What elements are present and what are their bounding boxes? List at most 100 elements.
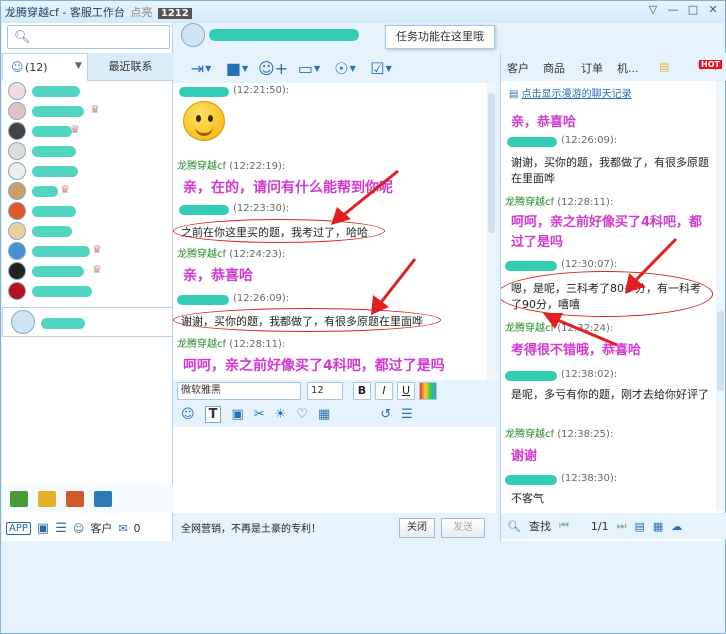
plugin-icon[interactable]: [10, 491, 28, 507]
video-icon[interactable]: ■ ▼: [221, 56, 253, 80]
network-icon[interactable]: ▣: [37, 521, 49, 536]
screenshot-icon[interactable]: ✂: [254, 407, 265, 422]
tab-more[interactable]: 机...: [617, 60, 639, 76]
add-user-icon[interactable]: ☺+: [257, 56, 289, 80]
heart-icon[interactable]: ♡: [296, 407, 308, 422]
contact-name-redacted: [32, 286, 92, 297]
message-time: (12:28:11):: [229, 339, 286, 350]
contact-item[interactable]: [2, 221, 173, 241]
mail-icon[interactable]: ✉: [118, 522, 127, 535]
image-icon[interactable]: ▣: [231, 407, 243, 422]
find-button[interactable]: 查找: [529, 518, 551, 534]
first-page-icon[interactable]: ⏮: [559, 519, 569, 533]
font-size-select[interactable]: 12: [307, 382, 343, 400]
avatar[interactable]: [181, 23, 205, 47]
contact-name-redacted: [32, 86, 80, 97]
transfer-icon[interactable]: ⇥ ▼: [185, 56, 217, 80]
message-input[interactable]: [173, 427, 496, 513]
roaming-history-link[interactable]: 点击显示漫游的聊天记录: [522, 89, 632, 100]
message-time: (12:22:19):: [229, 161, 286, 172]
italic-button[interactable]: I: [375, 382, 393, 400]
contact-item[interactable]: [2, 161, 173, 181]
font-family-select[interactable]: 微软雅黑: [177, 382, 301, 400]
contact-item[interactable]: ♛: [2, 101, 173, 121]
app-button[interactable]: APP: [6, 521, 31, 535]
chevron-down-icon[interactable]: ▼: [75, 61, 82, 71]
chat-scrollbar[interactable]: [487, 83, 496, 380]
quick-reply-icon[interactable]: ↺: [380, 407, 391, 422]
tab-orders[interactable]: 订单: [581, 60, 603, 76]
color-picker-icon[interactable]: [419, 382, 437, 400]
smiley-emoji: [183, 101, 225, 141]
export-icon[interactable]: ▤: [634, 520, 644, 533]
window-title-text: 龙腾穿越cf - 客服工作台: [5, 6, 125, 19]
contact-item[interactable]: ♛: [2, 241, 173, 261]
sender-name-redacted: [179, 87, 229, 97]
last-page-icon[interactable]: ⏭: [617, 519, 627, 533]
history-link-row: ▤ 点击显示漫游的聊天记录: [509, 85, 632, 100]
task-tooltip: 任务功能在这里哦: [385, 25, 495, 49]
tool-icon[interactable]: [94, 491, 112, 507]
tab-contacts[interactable]: ☺ (12) ▼: [2, 53, 88, 81]
search-icon[interactable]: 🔍︎: [507, 520, 521, 533]
maximize-button[interactable]: □: [685, 3, 701, 17]
minimize-button[interactable]: —: [665, 3, 681, 17]
contact-item[interactable]: ♛: [2, 261, 173, 281]
table-icon[interactable]: ▦: [653, 520, 663, 533]
screen-share-icon[interactable]: ▭ ▼: [293, 56, 325, 80]
message-text: 亲，恭喜哈: [511, 115, 577, 130]
contact-item[interactable]: ♛: [2, 121, 173, 141]
message-time: (12:30:07):: [561, 259, 618, 270]
contact-item[interactable]: [2, 281, 173, 301]
right-scrollbar[interactable]: [716, 81, 725, 511]
contact-item[interactable]: [2, 201, 173, 221]
tab-recent[interactable]: 最近联系: [88, 53, 173, 81]
message-text: 呵呵，亲之前好像买了4科吧，都过了是吗: [511, 215, 703, 250]
message-time: (12:38:25):: [557, 429, 614, 440]
sender-name: 龙腾穿越cf: [505, 429, 555, 440]
list-icon[interactable]: ☰: [55, 521, 67, 536]
light-up-label[interactable]: 点亮: [130, 6, 152, 19]
underline-button[interactable]: U: [397, 382, 415, 400]
message-text: 谢谢: [511, 449, 538, 464]
history-icon[interactable]: ☰: [401, 407, 413, 422]
tab-products[interactable]: 商品: [543, 60, 565, 76]
bold-button[interactable]: B: [353, 382, 371, 400]
close-button[interactable]: ✕: [705, 3, 721, 17]
customer-icon[interactable]: ☺: [73, 522, 84, 535]
contact-name-redacted: [32, 166, 78, 177]
plugin-bar: [2, 485, 173, 513]
text-format-icon[interactable]: T: [204, 405, 222, 423]
alert-icon[interactable]: ☉ ▼: [329, 56, 361, 80]
task-icon[interactable]: ☑ ▼: [365, 56, 397, 80]
cloud-icon[interactable]: ☁: [671, 520, 682, 533]
contact-item-selected[interactable]: [2, 307, 173, 337]
history-icon: ▤: [509, 89, 519, 100]
contact-item[interactable]: [2, 81, 173, 101]
contact-list: ♛ ♛ ♛ ♛ ♛: [2, 81, 173, 337]
contact-item[interactable]: ♛: [2, 181, 173, 201]
hot-badge: HOT: [699, 60, 722, 69]
calculator-icon[interactable]: ▦: [318, 407, 330, 422]
sender-name-redacted: [177, 295, 229, 305]
contact-name-redacted: [32, 186, 58, 197]
avatar: [8, 182, 26, 200]
emoji-icon[interactable]: ☺: [181, 407, 195, 422]
send-bar: 全网营销，不再是土豪的专利！ 关闭 发送: [173, 513, 496, 541]
folder-icon[interactable]: [38, 491, 56, 507]
send-button[interactable]: 发送: [441, 518, 485, 538]
scroll-thumb[interactable]: [488, 93, 495, 233]
close-chat-button[interactable]: 关闭: [399, 518, 435, 538]
skin-menu-icon[interactable]: ▽: [645, 3, 661, 17]
contact-item[interactable]: [2, 141, 173, 161]
window-title: 龙腾穿越cf - 客服工作台 点亮 1212: [5, 4, 192, 20]
tab-customer[interactable]: 客户: [507, 60, 529, 76]
message-header: 龙腾穿越cf (12:24:23):: [177, 245, 285, 260]
note-icon[interactable]: ▤: [659, 60, 669, 73]
scroll-thumb[interactable]: [717, 311, 724, 391]
shake-icon[interactable]: ☀: [275, 407, 287, 422]
customer-label[interactable]: 客户: [90, 520, 112, 536]
shop-icon[interactable]: [66, 491, 84, 507]
contact-search-input[interactable]: 🔍︎: [7, 25, 170, 49]
ad-text[interactable]: 全网营销，不再是土豪的专利！: [181, 520, 321, 535]
